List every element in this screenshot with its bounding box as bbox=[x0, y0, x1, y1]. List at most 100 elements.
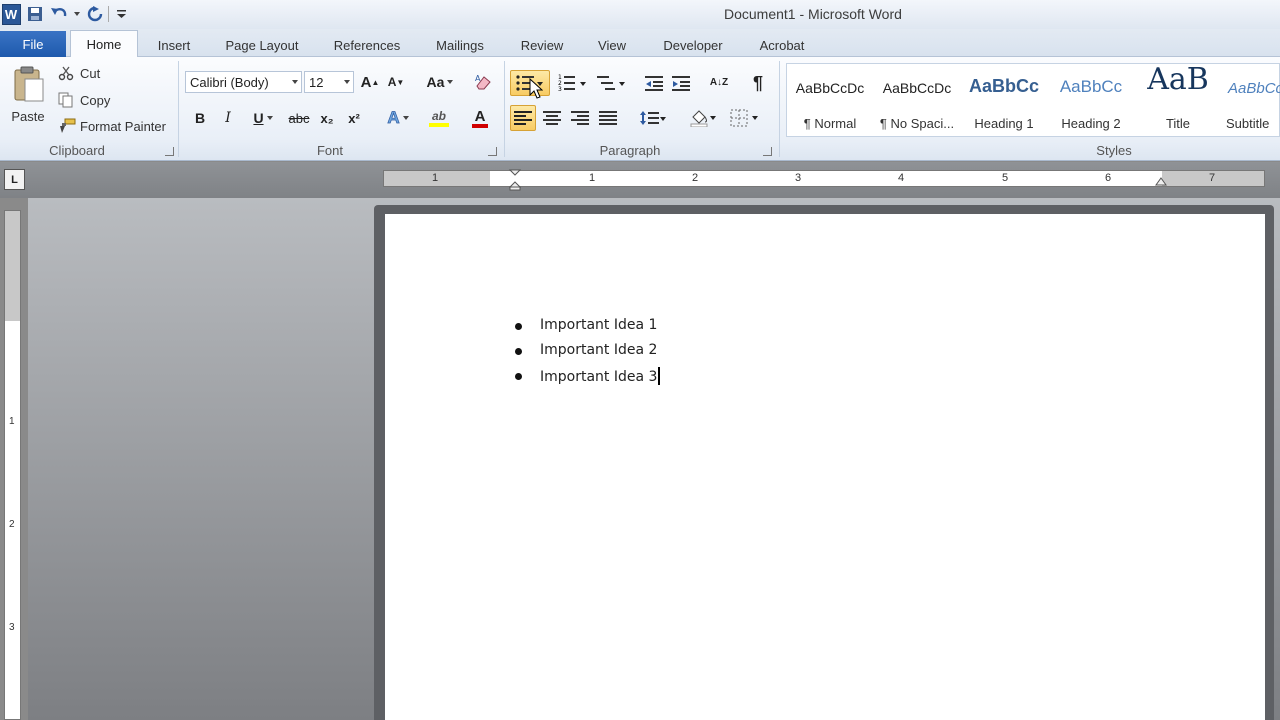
clear-formatting-button[interactable]: A bbox=[472, 71, 496, 93]
svg-text:3: 3 bbox=[558, 86, 562, 92]
font-dialog-launcher-icon[interactable] bbox=[488, 147, 497, 156]
ribbon: Paste Cut Copy Format Painter Clipboard … bbox=[0, 57, 1280, 161]
undo-icon[interactable] bbox=[48, 3, 70, 25]
style-heading-1[interactable]: AaBbCc Heading 1 bbox=[961, 64, 1047, 136]
change-case-button[interactable]: Aa bbox=[423, 71, 457, 93]
tab-page-layout[interactable]: Page Layout bbox=[218, 34, 306, 56]
ruler-number: 1 bbox=[589, 172, 596, 184]
ruler-number: 2 bbox=[9, 519, 15, 530]
ribbon-tabs: File Home Insert Page Layout References … bbox=[0, 29, 1280, 58]
ruler-number: 1 bbox=[9, 416, 15, 427]
style-subtitle[interactable]: AaBbCc Subtitle bbox=[1222, 64, 1280, 136]
styles-group-label: Styles bbox=[1096, 143, 1132, 158]
font-color-swatch bbox=[472, 123, 488, 128]
style-heading-2[interactable]: AaBbCc Heading 2 bbox=[1048, 64, 1134, 136]
underline-button[interactable]: U bbox=[246, 107, 280, 129]
increase-indent-icon bbox=[672, 76, 690, 91]
tab-file[interactable]: File bbox=[0, 31, 66, 57]
tab-references[interactable]: References bbox=[326, 34, 408, 56]
ruler-number: 5 bbox=[1002, 172, 1009, 184]
bullet-icon bbox=[515, 373, 522, 380]
styles-gallery: AaBbCcDc ¶ Normal AaBbCcDc ¶ No Spaci...… bbox=[786, 62, 1280, 137]
list-item[interactable]: Important Idea 2 bbox=[513, 342, 660, 367]
align-center-button[interactable] bbox=[540, 107, 564, 129]
line-spacing-icon bbox=[640, 111, 666, 125]
text-cursor bbox=[658, 367, 661, 385]
style-title[interactable]: AaB Title bbox=[1135, 62, 1221, 136]
scissors-icon bbox=[58, 66, 74, 81]
multilevel-list-icon bbox=[597, 76, 625, 90]
copy-button[interactable]: Copy bbox=[58, 91, 110, 109]
list-item[interactable]: Important Idea 1 bbox=[513, 317, 660, 342]
tab-developer[interactable]: Developer bbox=[656, 34, 730, 56]
document-page[interactable]: Important Idea 1 Important Idea 2 Import… bbox=[385, 214, 1265, 720]
grow-font-button[interactable]: A ▲ bbox=[360, 71, 380, 93]
line-spacing-button[interactable] bbox=[636, 107, 670, 129]
vertical-ruler-margin bbox=[5, 211, 20, 321]
horizontal-ruler[interactable]: 1 1 2 3 4 5 6 7 bbox=[383, 169, 1265, 191]
shading-button[interactable] bbox=[686, 107, 720, 129]
borders-button[interactable] bbox=[726, 107, 762, 129]
font-color-button[interactable]: A bbox=[462, 107, 498, 129]
align-right-icon bbox=[571, 111, 589, 125]
tab-view[interactable]: View bbox=[592, 34, 632, 56]
text-effects-button[interactable]: A bbox=[381, 107, 415, 129]
window-title: Document1 - Microsoft Word bbox=[724, 6, 902, 22]
ruler-number: 7 bbox=[1209, 172, 1216, 184]
font-name-combo[interactable]: Calibri (Body) bbox=[185, 71, 302, 93]
align-right-button[interactable] bbox=[568, 107, 592, 129]
save-icon[interactable] bbox=[24, 3, 46, 25]
svg-text:A: A bbox=[475, 74, 481, 83]
undo-dropdown-icon[interactable] bbox=[72, 3, 82, 25]
borders-icon bbox=[730, 109, 758, 127]
show-hide-formatting-button[interactable]: ¶ bbox=[746, 71, 770, 95]
style-normal[interactable]: AaBbCcDc ¶ Normal bbox=[787, 64, 873, 136]
redo-icon[interactable] bbox=[84, 3, 106, 25]
subscript-button[interactable]: x₂ bbox=[316, 107, 338, 129]
increase-indent-button[interactable] bbox=[670, 72, 692, 94]
bullet-list: Important Idea 1 Important Idea 2 Import… bbox=[513, 317, 661, 392]
clipboard-dialog-launcher-icon[interactable] bbox=[165, 147, 174, 156]
superscript-button[interactable]: x² bbox=[343, 107, 365, 129]
decrease-indent-button[interactable] bbox=[643, 72, 665, 94]
italic-button[interactable]: I bbox=[218, 107, 238, 129]
list-item[interactable]: Important Idea 3 bbox=[513, 367, 661, 392]
highlight-color-swatch bbox=[429, 123, 449, 127]
paragraph-dialog-launcher-icon[interactable] bbox=[763, 147, 772, 156]
ruler-number: 4 bbox=[898, 172, 905, 184]
word-app-icon[interactable]: W bbox=[0, 3, 22, 25]
numbering-button[interactable]: 1 2 3 bbox=[555, 72, 591, 94]
vertical-ruler[interactable]: 1 2 3 bbox=[4, 210, 21, 720]
style-no-spacing[interactable]: AaBbCcDc ¶ No Spaci... bbox=[874, 64, 960, 136]
group-separator bbox=[779, 61, 780, 157]
highlight-color-button[interactable]: ab bbox=[420, 107, 458, 129]
numbered-list-icon: 1 2 3 bbox=[558, 74, 586, 92]
tab-home[interactable]: Home bbox=[70, 30, 138, 58]
font-size-combo[interactable]: 12 bbox=[304, 71, 354, 93]
tab-selector[interactable]: L bbox=[4, 169, 25, 190]
copy-icon bbox=[58, 92, 73, 108]
multilevel-list-button[interactable] bbox=[594, 72, 630, 94]
tab-review[interactable]: Review bbox=[514, 34, 570, 56]
paste-button[interactable]: Paste bbox=[6, 61, 50, 127]
sort-button[interactable]: A↓Z bbox=[706, 70, 732, 96]
strikethrough-button[interactable]: abc bbox=[286, 107, 312, 129]
tab-mailings[interactable]: Mailings bbox=[428, 34, 492, 56]
ruler-number: 3 bbox=[795, 172, 802, 184]
right-indent-marker-icon[interactable] bbox=[1154, 176, 1168, 188]
ruler-number: 1 bbox=[432, 172, 439, 184]
format-painter-button[interactable]: Format Painter bbox=[58, 117, 166, 135]
align-left-button[interactable] bbox=[510, 105, 536, 131]
indent-marker-icon[interactable] bbox=[508, 169, 522, 191]
justify-icon bbox=[599, 111, 617, 125]
cut-button[interactable]: Cut bbox=[58, 64, 100, 82]
paste-icon bbox=[14, 66, 44, 101]
tab-insert[interactable]: Insert bbox=[150, 34, 198, 56]
ruler-number: 2 bbox=[692, 172, 699, 184]
group-separator bbox=[504, 61, 505, 157]
tab-acrobat[interactable]: Acrobat bbox=[752, 34, 812, 56]
justify-button[interactable] bbox=[596, 107, 620, 129]
customize-qat-icon[interactable] bbox=[114, 3, 128, 25]
shrink-font-button[interactable]: A ▼ bbox=[386, 71, 406, 93]
bold-button[interactable]: B bbox=[190, 107, 210, 129]
